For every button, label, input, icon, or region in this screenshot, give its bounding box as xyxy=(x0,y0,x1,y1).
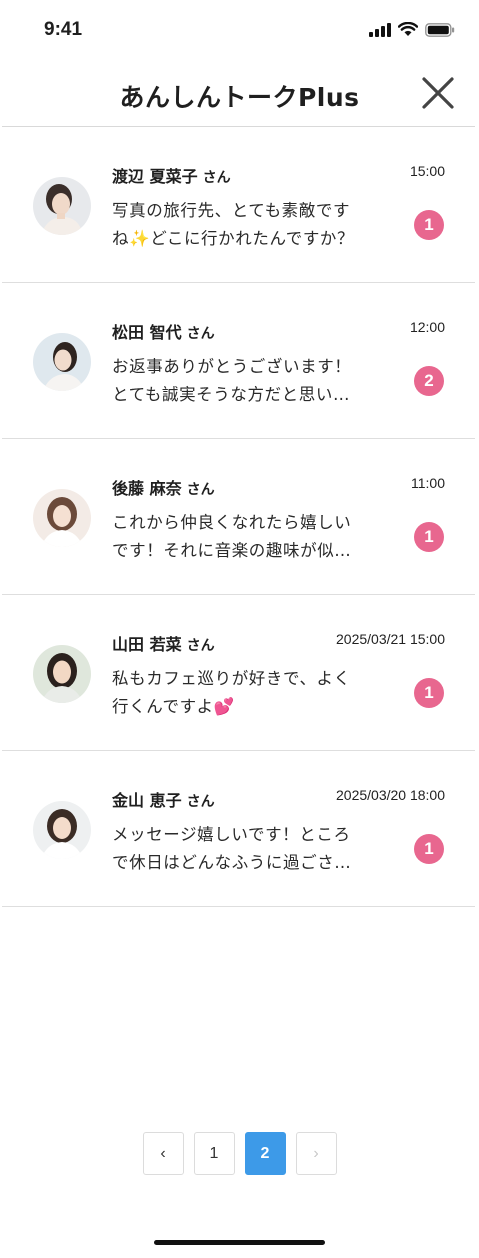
unread-badge: 1 xyxy=(414,522,444,552)
avatar[interactable] xyxy=(33,177,91,235)
message-preview: お返事ありがとうございます！ とても誠実そうな方だと思い… xyxy=(112,353,374,409)
preview-line: これから仲良くなれたら嬉しい xyxy=(112,513,352,532)
message-row[interactable]: 後藤 麻奈 さん 11:00 これから仲良くなれたら嬉しい です！それに音楽の趣… xyxy=(2,439,475,595)
sender-name: 松田 智代 xyxy=(112,323,182,342)
preview-line: ね✨どこに行かれたんですか？ xyxy=(112,229,355,248)
sender-name-line: 松田 智代 さん xyxy=(112,319,215,343)
preview-line: 私もカフェ巡りが好きで、よく xyxy=(112,669,351,688)
avatar[interactable] xyxy=(33,333,91,391)
status-bar: 9:41 xyxy=(0,0,479,60)
honorific: さん xyxy=(186,638,215,654)
preview-line: メッセージ嬉しいです！ところ xyxy=(112,825,351,844)
page-title: あんしんトークPlus xyxy=(119,83,360,112)
close-icon xyxy=(422,77,454,109)
pagination: ‹ 1 2 › xyxy=(0,1132,479,1175)
home-indicator xyxy=(154,1240,325,1245)
preview-line: 写真の旅行先、とても素敵です xyxy=(112,201,351,220)
message-row[interactable]: 松田 智代 さん 12:00 お返事ありがとうございます！ とても誠実そうな方だ… xyxy=(2,283,475,439)
sender-name: 後藤 麻奈 xyxy=(112,479,182,498)
page-button-2[interactable]: 2 xyxy=(244,1132,286,1175)
preview-line: とても誠実そうな方だと思い… xyxy=(112,385,351,404)
message-time: 11:00 xyxy=(411,475,445,491)
wifi-icon xyxy=(398,22,418,36)
sender-name: 金山 恵子 xyxy=(112,791,182,810)
message-row[interactable]: 山田 若菜 さん 2025/03/21 15:00 私もカフェ巡りが好きで、よく… xyxy=(2,595,475,751)
unread-badge: 2 xyxy=(414,366,444,396)
close-button[interactable] xyxy=(419,74,457,112)
sender-name: 山田 若菜 xyxy=(112,635,182,654)
prev-page-button[interactable]: ‹ xyxy=(142,1132,184,1175)
message-list: 渡辺 夏菜子 さん 15:00 写真の旅行先、とても素敵です ね✨どこに行かれた… xyxy=(2,127,475,907)
unread-badge: 1 xyxy=(414,834,444,864)
honorific: さん xyxy=(186,326,215,342)
message-preview: これから仲良くなれたら嬉しい です！それに音楽の趣味が似… xyxy=(112,509,374,565)
avatar[interactable] xyxy=(33,489,91,547)
preview-line: で休日はどんなふうに過ごさ… xyxy=(112,853,352,872)
unread-badge: 1 xyxy=(414,210,444,240)
status-time: 9:41 xyxy=(44,19,83,40)
page-button-1[interactable]: 1 xyxy=(193,1132,235,1175)
battery-icon xyxy=(425,22,455,37)
sender-name-line: 金山 恵子 さん xyxy=(112,787,215,811)
sender-name-line: 渡辺 夏菜子 さん xyxy=(112,163,231,187)
preview-line: お返事ありがとうございます！ xyxy=(112,357,352,376)
message-row[interactable]: 渡辺 夏菜子 さん 15:00 写真の旅行先、とても素敵です ね✨どこに行かれた… xyxy=(2,127,475,283)
message-time: 2025/03/20 18:00 xyxy=(336,787,445,803)
message-time: 15:00 xyxy=(409,163,445,179)
avatar[interactable] xyxy=(33,645,91,703)
honorific: さん xyxy=(186,794,215,810)
message-preview: 写真の旅行先、とても素敵です ね✨どこに行かれたんですか？ xyxy=(112,197,374,253)
honorific: さん xyxy=(202,170,231,186)
status-icons xyxy=(369,22,455,37)
preview-line: です！それに音楽の趣味が似… xyxy=(112,541,352,560)
message-time: 12:00 xyxy=(409,319,445,335)
avatar[interactable] xyxy=(33,801,91,859)
sender-name-line: 山田 若菜 さん xyxy=(112,631,215,655)
header: あんしんトークPlus xyxy=(0,62,479,126)
message-row[interactable]: 金山 恵子 さん 2025/03/20 18:00 メッセージ嬉しいです！ところ… xyxy=(2,751,475,907)
message-preview: 私もカフェ巡りが好きで、よく 行くんですよ💕 xyxy=(112,665,374,721)
preview-line: 行くんですよ💕 xyxy=(112,697,235,716)
honorific: さん xyxy=(186,482,215,498)
message-time: 2025/03/21 15:00 xyxy=(336,631,445,647)
message-preview: メッセージ嬉しいです！ところ で休日はどんなふうに過ごさ… xyxy=(112,821,374,877)
sender-name-line: 後藤 麻奈 さん xyxy=(112,475,215,499)
sender-name: 渡辺 夏菜子 xyxy=(112,167,198,186)
cellular-signal-icon xyxy=(369,22,391,37)
unread-badge: 1 xyxy=(414,678,444,708)
next-page-button[interactable]: › xyxy=(295,1132,337,1175)
